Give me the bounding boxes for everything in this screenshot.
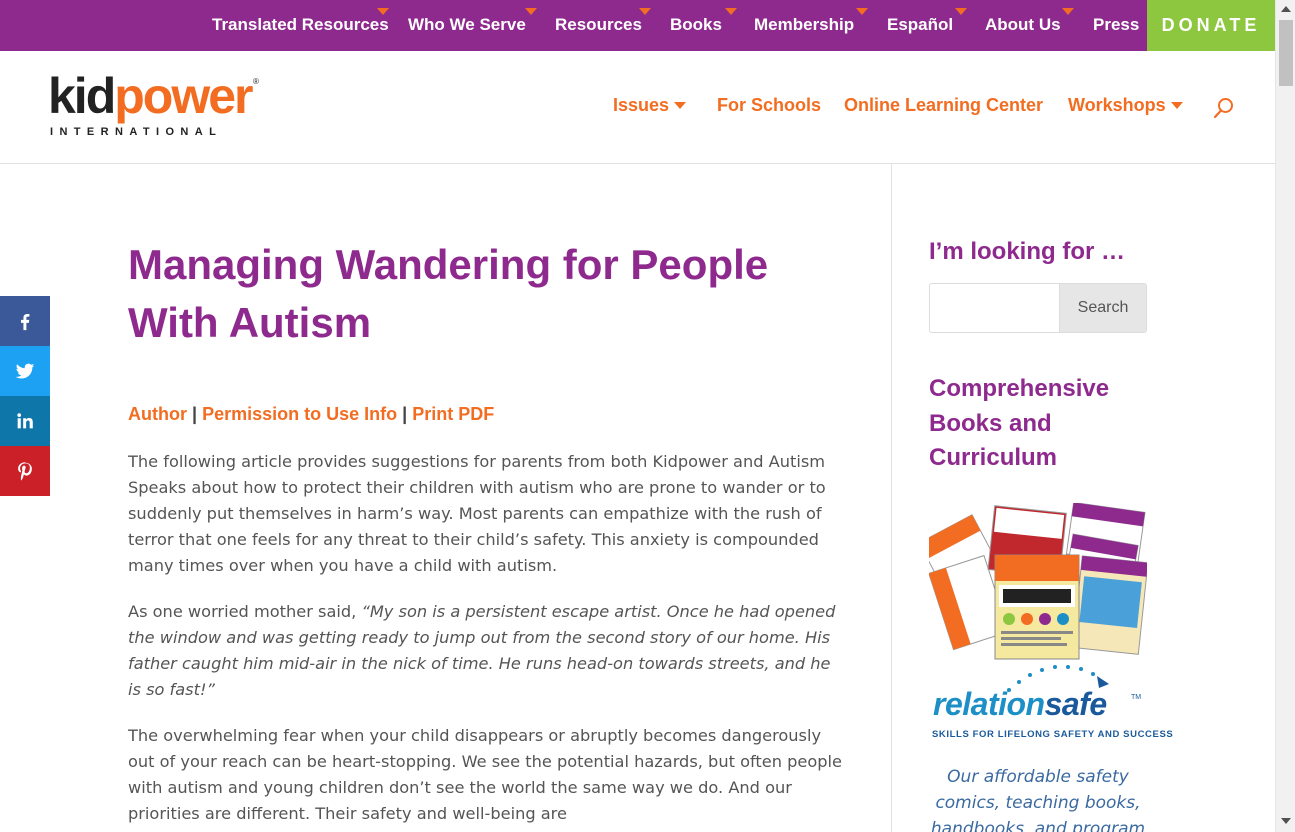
- relationsafe-wordmark: relationsafe: [933, 686, 1107, 723]
- linkedin-icon: [17, 413, 33, 429]
- chevron-down-icon: [856, 8, 868, 15]
- logo-registered-mark: ®: [253, 77, 259, 86]
- permission-link[interactable]: Permission to Use Info: [202, 404, 397, 424]
- relationsafe-word-safe: safe: [1044, 686, 1108, 722]
- logo-wordmark: kidpower: [48, 68, 254, 124]
- meta-separator: |: [192, 404, 198, 424]
- share-facebook-button[interactable]: [0, 296, 50, 346]
- scroll-down-arrow-icon[interactable]: [1281, 818, 1291, 824]
- mainnav-online-learning-center[interactable]: Online Learning Center: [844, 95, 1043, 116]
- relationsafe-logo[interactable]: relationsafe TM SKILLS FOR LIFELONG SAFE…: [929, 660, 1173, 746]
- topnav-espanol[interactable]: Español: [887, 15, 953, 35]
- logo-kid-text: kid: [48, 68, 116, 124]
- kidpower-logo[interactable]: kidpower ® INTERNATIONAL: [48, 71, 263, 143]
- article-title: Managing Wandering for People With Autis…: [128, 241, 769, 346]
- topnav-who-we-serve[interactable]: Who We Serve: [408, 15, 526, 35]
- chevron-down-icon: [525, 8, 537, 15]
- books-collage-image[interactable]: [929, 503, 1147, 663]
- article-paragraph: The following article provides suggestio…: [128, 452, 826, 575]
- mainnav-workshops[interactable]: Workshops: [1068, 95, 1166, 116]
- chevron-down-icon: [639, 8, 651, 15]
- relationsafe-trademark: TM: [1131, 694, 1142, 701]
- sidebar-search-input[interactable]: [929, 283, 1060, 333]
- topnav-resources[interactable]: Resources: [555, 15, 642, 35]
- pinterest-icon: [18, 462, 32, 481]
- twitter-icon: [15, 363, 35, 379]
- chevron-down-icon: [674, 102, 686, 109]
- donate-button[interactable]: DONATE: [1147, 0, 1275, 51]
- share-linkedin-button[interactable]: [0, 396, 50, 446]
- chevron-down-icon: [955, 8, 967, 15]
- chevron-down-icon: [377, 8, 389, 15]
- mainnav-issues[interactable]: Issues: [613, 95, 669, 116]
- author-link[interactable]: Author: [128, 404, 187, 424]
- article-paragraph: As one worried mother said, “My son is a…: [128, 599, 843, 703]
- site-header: kidpower ® INTERNATIONAL Issues For Scho…: [0, 51, 1275, 164]
- sidebar-books-heading: Comprehensive Books and Curriculum: [929, 375, 1110, 471]
- topnav-press[interactable]: Press: [1093, 15, 1139, 35]
- relationsafe-word-relation: relation: [933, 686, 1045, 722]
- chevron-down-icon: [725, 8, 737, 15]
- facebook-icon: [20, 313, 30, 331]
- sidebar-search-button[interactable]: Search: [1059, 283, 1147, 333]
- sidebar-caption: Our affordable safety comics, teaching b…: [930, 767, 1146, 832]
- sidebar-search-heading: I’m looking for …: [929, 238, 1125, 265]
- share-twitter-button[interactable]: [0, 346, 50, 396]
- chevron-down-icon: [1171, 102, 1183, 109]
- scroll-up-arrow-icon[interactable]: [1281, 6, 1291, 12]
- relationsafe-tagline: SKILLS FOR LIFELONG SAFETY AND SUCCESS: [932, 729, 1174, 740]
- vertical-scrollbar[interactable]: [1275, 0, 1295, 832]
- topnav-books[interactable]: Books: [670, 15, 722, 35]
- topnav-membership[interactable]: Membership: [754, 15, 854, 35]
- share-pinterest-button[interactable]: [0, 446, 50, 496]
- paragraph-lead-text: As one worried mother said,: [128, 602, 362, 621]
- topnav-about-us[interactable]: About Us: [985, 15, 1061, 35]
- print-pdf-link[interactable]: Print PDF: [412, 404, 494, 424]
- meta-separator: |: [402, 404, 408, 424]
- sidebar-divider: [891, 164, 892, 832]
- logo-power-text: power: [114, 68, 253, 124]
- logo-subtitle: INTERNATIONAL: [50, 126, 223, 138]
- chevron-down-icon: [1062, 8, 1074, 15]
- article-paragraph: The overwhelming fear when your child di…: [128, 726, 842, 823]
- topnav-translated-resources[interactable]: Translated Resources: [212, 15, 389, 35]
- scroll-thumb[interactable]: [1279, 20, 1293, 86]
- mainnav-for-schools[interactable]: For Schools: [717, 95, 821, 116]
- search-icon[interactable]: [1212, 96, 1236, 120]
- article-meta: Author | Permission to Use Info | Print …: [128, 404, 494, 425]
